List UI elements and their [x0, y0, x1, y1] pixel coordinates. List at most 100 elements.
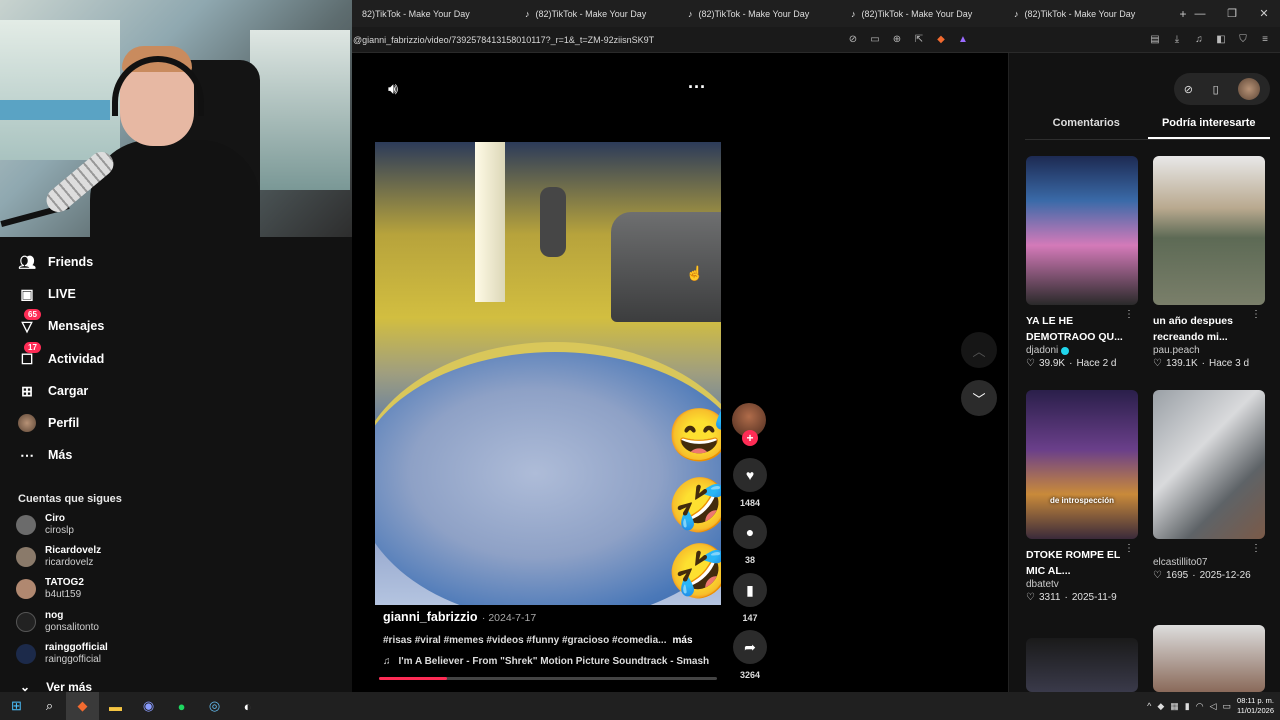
download-icon[interactable]: ⤓ — [1168, 31, 1186, 49]
heart-outline-icon: ♡ — [1153, 570, 1162, 581]
tray-app-icon[interactable]: ◆ — [1157, 701, 1164, 712]
card-options-icon[interactable]: ⋮ — [1124, 543, 1134, 554]
sidebar-item-messages[interactable]: ▽ 65 Mensajes — [18, 309, 104, 335]
card-likes: 3311 — [1038, 592, 1061, 603]
recommended-video-card[interactable] — [1153, 625, 1265, 692]
windows-start-icon[interactable]: ⊞ — [0, 692, 33, 720]
device-icon[interactable]: ▯ — [1213, 83, 1219, 96]
spotify-icon[interactable]: ● — [165, 692, 198, 720]
url-field[interactable]: @gianni_fabrizzio/video/7392578413158010… — [352, 35, 844, 45]
account-name: TATOG2 — [45, 577, 84, 588]
sidebar-item-activity[interactable]: ☐ 17 Actividad — [18, 342, 104, 368]
network-icon[interactable]: ▦ — [1170, 701, 1179, 712]
card-options-icon[interactable]: ⋮ — [1124, 309, 1134, 320]
account-avatar — [16, 612, 36, 632]
share-action[interactable]: ➦ 3264 — [732, 630, 768, 680]
like-action[interactable]: ♥ 1484 — [732, 458, 768, 508]
user-avatar[interactable] — [1238, 78, 1261, 100]
wifi-icon[interactable]: ◠ — [1196, 701, 1204, 712]
card-user[interactable]: pau.peach — [1153, 345, 1265, 356]
discord-icon[interactable]: ◉ — [132, 692, 165, 720]
video-music[interactable]: ♫ I'm A Believer - From "Shrek" Motion Pi… — [383, 656, 709, 667]
followed-account[interactable]: TATOG2 b4ut159 — [16, 577, 84, 601]
recommended-video-card[interactable] — [1026, 638, 1138, 692]
translate-icon[interactable]: ⊘ — [844, 31, 862, 49]
system-clock[interactable]: 08:11 p. m. 11/01/2026 — [1237, 696, 1274, 716]
heart-outline-icon: ♡ — [1026, 592, 1035, 603]
card-options-icon[interactable]: ⋮ — [1251, 309, 1261, 320]
browser-tab[interactable]: ♪ (82)TikTok - Make Your Day — [841, 0, 1004, 27]
browser-tab[interactable]: ♪ (82)TikTok - Make Your Day — [515, 0, 678, 27]
menu-icon[interactable]: ≡ — [1256, 31, 1274, 49]
previous-video-button[interactable]: ︿ — [961, 332, 997, 368]
brave-browser-icon[interactable]: ◆ — [66, 692, 99, 720]
next-video-button[interactable]: ﹀ — [961, 380, 997, 416]
followed-account[interactable]: nog gonsalitonto — [16, 610, 99, 634]
reading-list-icon[interactable]: ▤ — [1146, 31, 1164, 49]
language-icon[interactable]: ▭ — [1223, 701, 1232, 712]
brave-rewards-icon[interactable]: ▲ — [954, 31, 972, 49]
background-window — [250, 30, 350, 190]
followed-account[interactable]: rainggofficial rainggofficial — [16, 642, 108, 666]
browser-tab[interactable]: ♪ (82)TikTok - Make Your Day — [1004, 0, 1167, 27]
video-player[interactable]: 😅 🤣 🤣 — [375, 142, 721, 605]
video-thumbnail — [1153, 390, 1265, 539]
pip-icon[interactable]: ▭ — [866, 31, 884, 49]
mic-icon[interactable]: ▮ — [1185, 701, 1190, 712]
comment-action[interactable]: ● 38 — [732, 515, 768, 565]
restore-icon[interactable]: ❐ — [1216, 0, 1248, 27]
account-handle: rainggofficial — [45, 654, 101, 665]
video-thumbnail: de introspección — [1026, 390, 1138, 539]
sidebar-item-friends[interactable]: 👥︎ Friends — [18, 253, 93, 271]
obs-icon[interactable]: ◐ — [231, 692, 264, 720]
recommended-video-card[interactable]: de introspección DTOKE ROMPE EL MIC AL..… — [1026, 390, 1138, 603]
volume-icon[interactable]: 🔊︎ — [388, 81, 398, 99]
chevron-up-icon[interactable]: ^ — [1147, 701, 1151, 711]
card-user[interactable]: djadoni — [1026, 345, 1138, 356]
sidebar-icon[interactable]: ◧ — [1212, 31, 1230, 49]
card-options-icon[interactable]: ⋮ — [1251, 543, 1261, 554]
more-options-icon[interactable]: ··· — [688, 77, 706, 98]
sidebar-item-live[interactable]: ▣ LIVE — [18, 285, 76, 303]
browser-tab[interactable]: 82)TikTok - Make Your Day — [352, 0, 515, 27]
background-window — [0, 20, 120, 160]
brave-shields-icon[interactable]: ◆ — [932, 31, 950, 49]
video-author[interactable]: gianni_fabrizzio — [383, 610, 477, 624]
recommended-video-card[interactable]: YA LE HE DEMOTRAOO QU... ⋮ djadoni ♡ 39.9… — [1026, 156, 1138, 369]
followed-account[interactable]: Ciro ciroslp — [16, 513, 74, 537]
hashtags-text[interactable]: #risas #viral #memes #videos #funny #gra… — [383, 635, 666, 646]
card-user[interactable]: elcastillito07 — [1153, 557, 1265, 568]
video-caption: gianni_fabrizzio · 2024-7-17 #risas #vir… — [383, 608, 723, 667]
caption-more-button[interactable]: más — [672, 635, 692, 646]
media-icon[interactable]: ♫ — [1190, 31, 1208, 49]
recommended-video-card[interactable]: elcastillito07 ⋮ ♡ 1695 · 2025-12-26 — [1153, 390, 1265, 581]
search-icon[interactable]: ⌕ — [33, 692, 66, 720]
coins-icon[interactable]: ⊘ — [1184, 83, 1193, 96]
sidebar-item-upload[interactable]: ⊞ Cargar — [18, 382, 88, 400]
file-explorer-icon[interactable]: ▬ — [99, 692, 132, 720]
tab-recommended[interactable]: Podría interesarte — [1147, 117, 1270, 139]
follow-button[interactable]: + — [742, 430, 758, 446]
minimize-icon[interactable]: — — [1184, 0, 1216, 27]
sidebar-item-label: LIVE — [48, 287, 76, 301]
card-meta: ♡ 3311 · 2025-11-9 — [1026, 592, 1117, 603]
tab-title: (82)TikTok - Make Your Day — [535, 8, 647, 19]
zoom-icon[interactable]: ⊕ — [888, 31, 906, 49]
steam-icon[interactable]: ◎ — [198, 692, 231, 720]
sidebar-item-more[interactable]: ⋯ Más — [18, 446, 72, 464]
speaker-icon[interactable]: ◁ — [1210, 701, 1217, 712]
save-action[interactable]: ▮ 147 — [732, 573, 768, 623]
address-bar: @gianni_fabrizzio/video/7392578413158010… — [352, 27, 1280, 53]
vpn-icon[interactable]: ⛉ — [1234, 31, 1252, 49]
share-icon[interactable]: ⇱ — [910, 31, 928, 49]
recommended-video-card[interactable]: un año despues recreando mi... ⋮ pau.pea… — [1153, 156, 1265, 369]
video-progress-bar[interactable] — [379, 677, 717, 680]
tab-comments[interactable]: Comentarios — [1025, 117, 1148, 139]
sidebar-item-profile[interactable]: Perfil — [18, 414, 79, 432]
close-icon[interactable]: ✕ — [1248, 0, 1280, 27]
card-user[interactable]: dbatetv — [1026, 579, 1138, 590]
card-time: Hace 2 d — [1076, 358, 1117, 369]
chevron-down-icon: ﹀ — [972, 391, 986, 407]
browser-tab[interactable]: ♪ (82)TikTok - Make Your Day — [678, 0, 841, 27]
followed-account[interactable]: Ricardovelz ricardovelz — [16, 545, 101, 569]
